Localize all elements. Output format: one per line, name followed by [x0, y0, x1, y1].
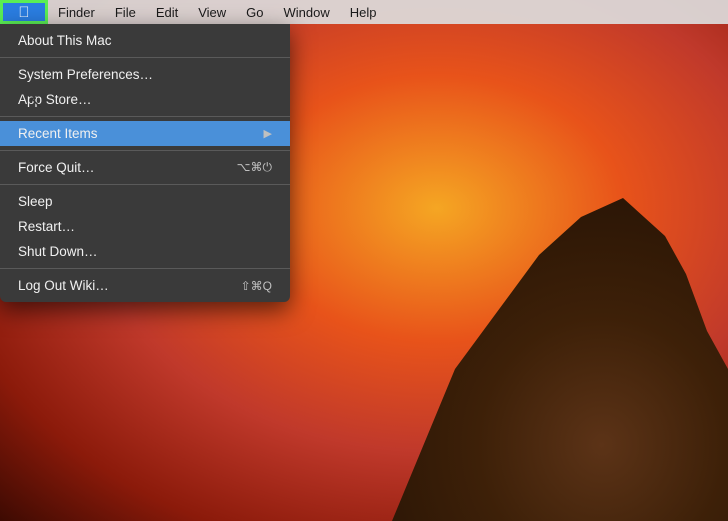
menu-item-about[interactable]: About This Mac: [0, 28, 290, 53]
menubar:  Finder File Edit View Go Window Help: [0, 0, 728, 24]
menu-item-restart[interactable]: Restart…: [0, 214, 290, 239]
menu-separator-4: [0, 184, 290, 185]
submenu-arrow-icon: ▶: [264, 127, 272, 140]
menu-item-recent-items[interactable]: Recent Items ▶: [0, 121, 290, 146]
menubar-help[interactable]: Help: [340, 0, 387, 24]
force-quit-shortcut: ⌥⌘⏻: [237, 160, 272, 175]
menubar-items: Finder File Edit View Go Window Help: [48, 0, 387, 24]
menu-separator-5: [0, 268, 290, 269]
menubar-view[interactable]: View: [188, 0, 236, 24]
logout-shortcut: ⇧⌘Q: [241, 279, 272, 293]
menubar-window[interactable]: Window: [274, 0, 340, 24]
menu-item-logout[interactable]: Log Out Wiki… ⇧⌘Q: [0, 273, 290, 298]
menu-separator-3: [0, 150, 290, 151]
apple-menu-button[interactable]: : [0, 0, 48, 24]
menu-item-sleep[interactable]: Sleep: [0, 189, 290, 214]
menu-item-system-prefs[interactable]: System Preferences…: [0, 62, 290, 87]
menubar-edit[interactable]: Edit: [146, 0, 188, 24]
menu-separator-2: [0, 116, 290, 117]
menu-item-force-quit[interactable]: Force Quit… ⌥⌘⏻: [0, 155, 290, 180]
menu-item-app-store[interactable]: App Store…: [0, 87, 290, 112]
apple-dropdown-menu: About This Mac System Preferences… App S…: [0, 24, 290, 302]
menubar-finder[interactable]: Finder: [48, 0, 105, 24]
menubar-go[interactable]: Go: [236, 0, 273, 24]
menubar-file[interactable]: File: [105, 0, 146, 24]
apple-icon: : [18, 4, 29, 21]
menu-item-shutdown[interactable]: Shut Down…: [0, 239, 290, 264]
menu-separator-1: [0, 57, 290, 58]
